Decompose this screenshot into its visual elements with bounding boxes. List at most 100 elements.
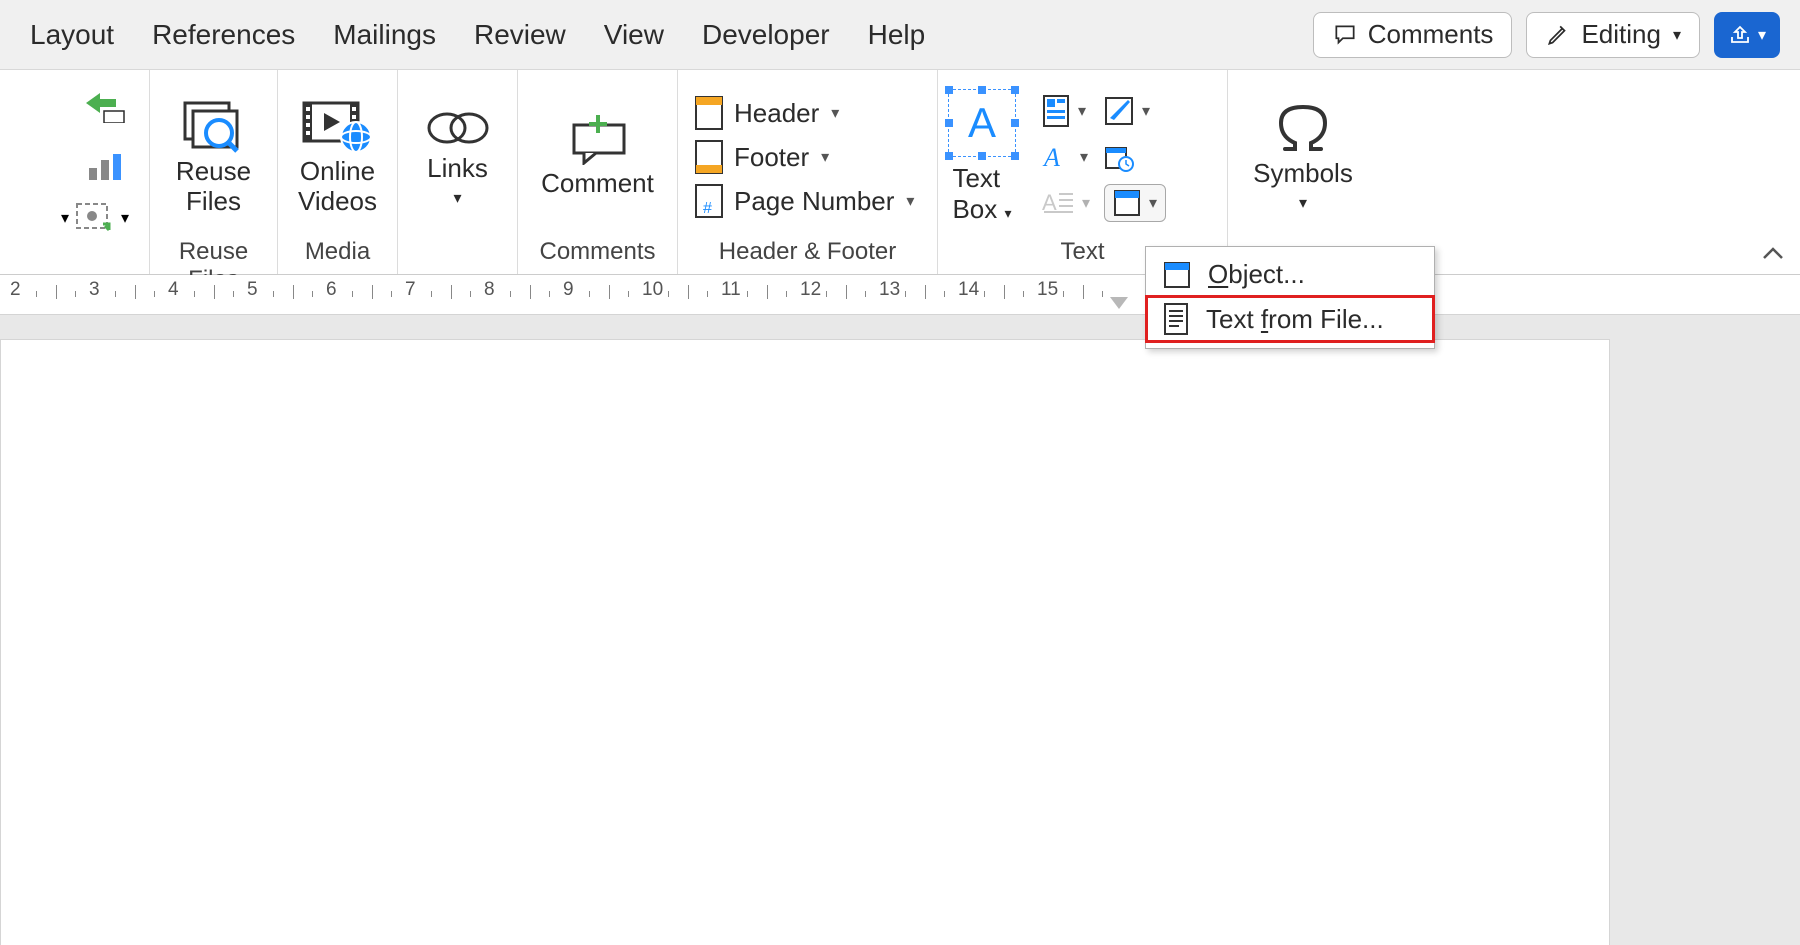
ruler-label: 11 [721,279,722,291]
ruler-label: 13 [879,279,880,291]
new-comment-icon [564,115,632,165]
group-label [408,238,507,272]
screenshot-button[interactable]: ▾ ▾ [61,202,129,234]
chart-icon[interactable] [85,144,129,188]
comment-button[interactable]: Comment [528,115,667,199]
ruler[interactable]: 23456789101112131415 [0,275,1800,315]
online-videos-button[interactable]: Online Videos [288,97,387,217]
group-text: A Text Box ▾ ▾ ▾ A ▾ [938,70,1228,274]
chevron-down-icon: ▾ [1142,101,1150,121]
text-from-file-icon [1162,302,1190,336]
date-time-icon [1104,142,1134,172]
ruler-label: 12 [800,279,801,291]
footer-button[interactable]: Footer ▾ [694,139,914,175]
drop-cap-icon: A [1042,190,1074,216]
drop-cap-button[interactable]: A ▾ [1042,184,1090,222]
tab-review[interactable]: Review [474,19,566,51]
signature-icon [1104,96,1134,126]
chevron-down-icon: ▾ [1082,193,1090,213]
quick-parts-icon [1042,94,1070,128]
group-symbols: Symbols ▾ [1228,70,1378,274]
object-icon [1113,189,1141,217]
ribbon: ▾ ▾ Reuse Files Reuse Files [0,70,1800,275]
tab-view[interactable]: View [604,19,664,51]
dropdown-item-label: Text from File... [1206,304,1384,335]
dropdown-item-object[interactable]: Object... [1146,253,1434,296]
editing-mode-button[interactable]: Editing ▾ [1526,12,1700,58]
object-dropdown: Object... Text from File... [1145,246,1435,349]
signature-line-button[interactable]: ▾ [1104,92,1166,130]
wordart-button[interactable]: A ▾ [1042,138,1090,176]
page-number-label: Page Number [734,186,894,217]
group-reuse-files: Reuse Files Reuse Files [150,70,278,274]
reuse-files-button[interactable]: Reuse Files [160,97,267,217]
share-icon [1728,23,1752,47]
chevron-down-icon: ▾ [1299,193,1307,213]
ruler-label: 4 [168,279,169,291]
page-number-icon: # [694,183,724,219]
chevron-down-icon: ▾ [1149,193,1157,213]
tab-mailings[interactable]: Mailings [333,19,436,51]
links-button[interactable]: Links ▾ [408,106,507,208]
editing-label: Editing [1581,19,1661,50]
reuse-files-icon [179,97,249,153]
dropdown-item-label: Object... [1208,259,1305,290]
smartart-icon[interactable] [85,86,129,130]
chevron-down-icon: ▾ [453,188,461,208]
tabs-right: Comments Editing ▾ ▾ [1313,12,1780,58]
text-box-button[interactable]: A Text Box ▾ [948,89,1016,225]
comments-button[interactable]: Comments [1313,12,1513,58]
chevron-down-icon: ▾ [831,103,839,123]
object-icon [1162,260,1192,290]
pencil-icon [1545,22,1571,48]
comment-icon [1332,22,1358,48]
text-box-icon: A [948,89,1016,157]
dropdown-item-text-from-file[interactable]: Text from File... [1146,296,1434,342]
date-time-button[interactable] [1104,138,1166,176]
group-media: Online Videos Media [278,70,398,274]
group-label: Media [288,238,387,272]
links-label: Links [427,154,488,184]
symbols-button[interactable]: Symbols ▾ [1243,101,1363,213]
tab-layout[interactable]: Layout [30,19,114,51]
tab-developer[interactable]: Developer [702,19,830,51]
document-page[interactable] [0,339,1610,945]
group-label: Reuse Files [160,238,267,272]
svg-text:#: # [703,200,712,217]
group-header-footer: Header ▾ Footer ▾ # Page Number ▾ Header… [678,70,938,274]
page-number-button[interactable]: # Page Number ▾ [694,183,914,219]
header-button[interactable]: Header ▾ [694,95,914,131]
share-button[interactable]: ▾ [1714,12,1780,58]
document-area [0,315,1800,945]
chevron-down-icon: ▾ [1673,25,1681,45]
tab-help[interactable]: Help [868,19,926,51]
group-comments: Comment Comments [518,70,678,274]
screenshot-icon [75,202,115,234]
object-split-button[interactable]: ▾ [1104,184,1166,222]
omega-icon [1273,101,1333,155]
comments-label: Comments [1368,19,1494,50]
ruler-label: 8 [484,279,485,291]
text-box-label: Text Box ▾ [952,163,1011,225]
wordart-icon: A [1042,142,1072,172]
comment-label: Comment [541,169,654,199]
chevron-down-icon: ▾ [1080,147,1088,167]
tab-references[interactable]: References [152,19,295,51]
group-label: Comments [528,238,667,272]
ruler-label: 5 [247,279,248,291]
reuse-files-label: Reuse Files [176,157,251,217]
group-illustrations-partial: ▾ ▾ [0,70,150,274]
chevron-down-icon: ▾ [906,191,914,211]
ruler-label: 15 [1037,279,1038,291]
ruler-label: 9 [563,279,564,291]
indent-marker[interactable] [1110,297,1128,309]
symbols-label: Symbols [1253,159,1353,189]
group-label: Header & Footer [688,238,927,272]
tabs-list: Layout References Mailings Review View D… [30,19,925,51]
online-videos-label: Online Videos [298,157,377,217]
ruler-label: 3 [89,279,90,291]
quick-parts-button[interactable]: ▾ [1042,92,1090,130]
collapse-ribbon-button[interactable] [1762,246,1784,260]
ruler-label: 2 [10,279,11,291]
svg-text:A: A [1042,143,1060,172]
